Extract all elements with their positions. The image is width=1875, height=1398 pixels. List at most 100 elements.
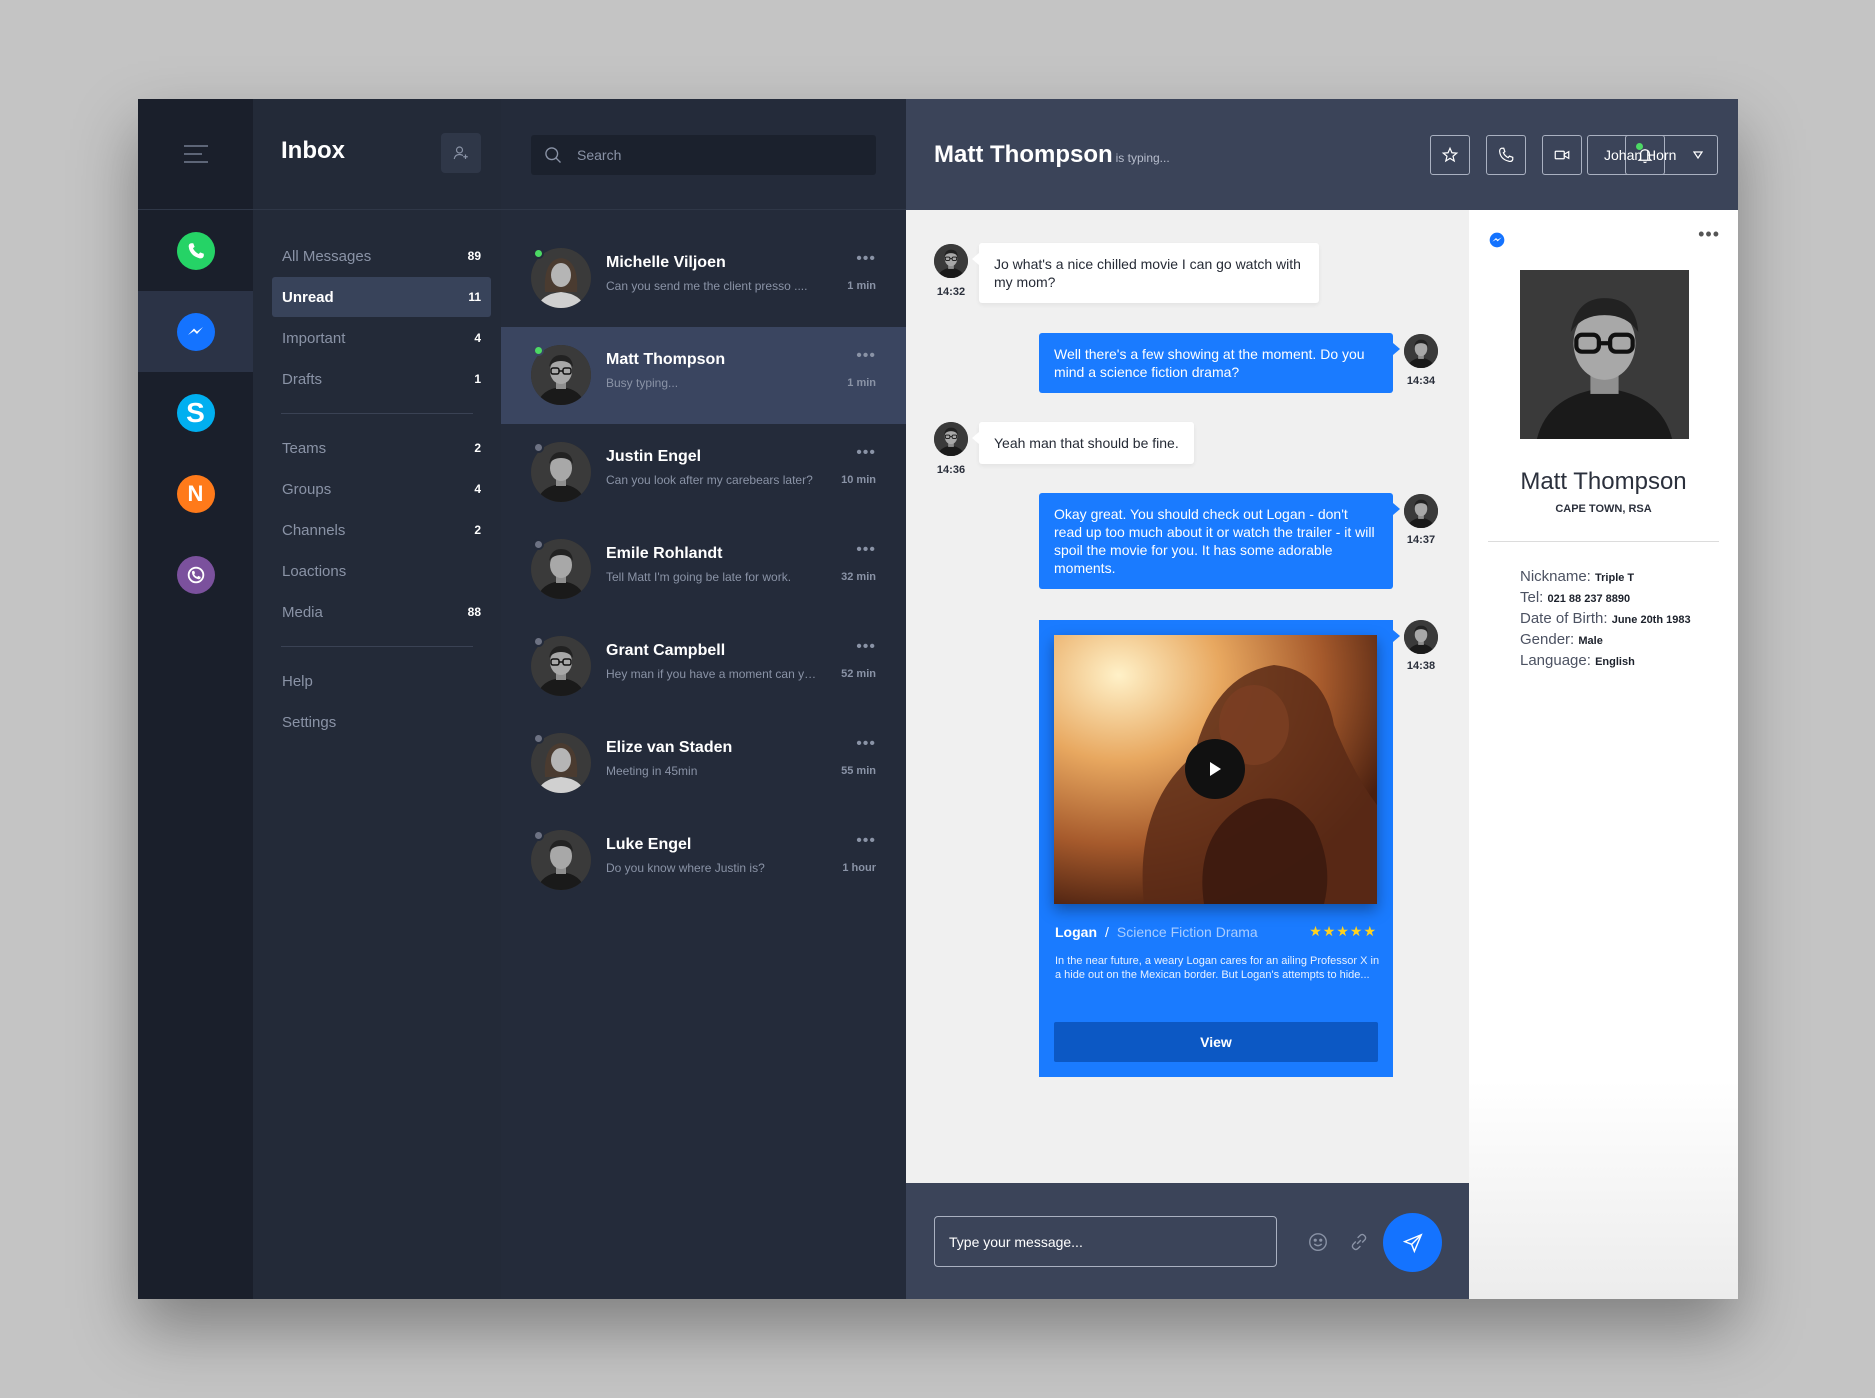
video-call-button[interactable]: [1542, 135, 1582, 175]
app-n[interactable]: N: [138, 453, 253, 534]
conversation-panel: Search Michelle Viljoen Can you send me …: [501, 99, 906, 1299]
conversation-item[interactable]: Emile Rohlandt Tell Matt I'm going be la…: [501, 521, 906, 618]
skype-icon: S: [176, 393, 215, 432]
detail-label: Language:: [1520, 652, 1591, 669]
more-options-icon[interactable]: •••: [856, 735, 876, 753]
inbox-title: Inbox: [281, 137, 345, 164]
detail-label: Tel:: [1520, 589, 1544, 606]
user-dropdown[interactable]: Johan Horn: [1587, 135, 1718, 175]
conversation-item[interactable]: Michelle Viljoen Can you send me the cli…: [501, 230, 906, 327]
app-rail: S N: [138, 99, 253, 1299]
folder-channels[interactable]: Channels 2: [272, 510, 491, 550]
offline-status-dot: [533, 733, 544, 744]
folder-important[interactable]: Important 4: [272, 318, 491, 358]
message-time: 14:34: [1406, 375, 1436, 387]
folder-all-messages[interactable]: All Messages 89: [272, 236, 491, 276]
more-options-icon[interactable]: •••: [856, 444, 876, 462]
movie-genre: Science Fiction Drama: [1116, 924, 1258, 940]
divider: [281, 413, 473, 414]
offline-status-dot: [533, 830, 544, 841]
detail-label: Gender:: [1520, 631, 1575, 648]
favorite-button[interactable]: [1430, 135, 1470, 175]
message-time: 14:36: [936, 464, 966, 476]
add-user-icon: [453, 146, 468, 160]
emoji-icon[interactable]: [1307, 1231, 1329, 1253]
folder-groups[interactable]: Groups 4: [272, 469, 491, 509]
folder-label: Media: [282, 603, 323, 621]
folders-header: Inbox: [253, 99, 501, 210]
more-options-icon[interactable]: •••: [1698, 224, 1720, 245]
phone-icon: [1499, 147, 1514, 163]
app-whatsapp[interactable]: [138, 210, 253, 291]
typing-status: is typing...: [1115, 151, 1170, 165]
messenger-icon: [1489, 232, 1505, 248]
folder-count: 4: [474, 482, 481, 496]
app-messenger[interactable]: [138, 291, 253, 372]
folder-label: Channels: [282, 521, 346, 539]
more-options-icon[interactable]: •••: [856, 832, 876, 850]
app-skype[interactable]: S: [138, 372, 253, 453]
conversation-header: Search: [501, 99, 906, 210]
messenger-icon: [176, 312, 215, 351]
attachment-link-icon[interactable]: [1348, 1231, 1370, 1253]
online-status-dot: [533, 345, 544, 356]
folder-count: 11: [468, 290, 481, 304]
message-input[interactable]: Type your message...: [934, 1216, 1277, 1267]
folder-drafts[interactable]: Drafts 1: [272, 359, 491, 399]
whatsapp-icon: [176, 231, 215, 270]
folder-locations[interactable]: Loactions: [272, 551, 491, 591]
folder-teams[interactable]: Teams 2: [272, 428, 491, 468]
message-time: 1 hour: [842, 862, 876, 874]
contact-name: Justin Engel: [606, 448, 702, 465]
viber-icon: [176, 555, 215, 594]
video-camera-icon: [1554, 150, 1570, 160]
movie-description: In the near future, a weary Logan cares …: [1055, 955, 1380, 981]
contact-name: Grant Campbell: [606, 642, 726, 659]
message-thread: 14:32 Jo what's a nice chilled movie I c…: [906, 210, 1469, 1183]
conversation-item[interactable]: Grant Campbell Hey man if you have a mom…: [501, 618, 906, 715]
more-options-icon[interactable]: •••: [856, 638, 876, 656]
message-composer: Type your message...: [906, 1183, 1469, 1299]
app-viber[interactable]: [138, 534, 253, 615]
more-options-icon[interactable]: •••: [856, 347, 876, 365]
search-input[interactable]: Search: [531, 135, 876, 175]
outgoing-message: Okay great. You should check out Logan -…: [1039, 493, 1400, 589]
message-time: 55 min: [841, 765, 876, 777]
movie-poster-image: [1054, 635, 1377, 904]
rating-stars: ★★★★★: [1309, 923, 1377, 939]
detail-language: Language: English: [1520, 651, 1691, 672]
avatar: [934, 244, 968, 278]
folder-help[interactable]: Help: [272, 661, 491, 701]
message-preview: Hey man if you have a moment can you ...: [606, 667, 821, 681]
folder-settings[interactable]: Settings: [272, 702, 491, 742]
message-time: 1 min: [847, 377, 876, 389]
conversation-item[interactable]: Luke Engel Do you know where Justin is? …: [501, 812, 906, 909]
message-time: 14:37: [1406, 534, 1436, 546]
folder-media[interactable]: Media 88: [272, 592, 491, 632]
profile-location: CAPE TOWN, RSA: [1555, 503, 1652, 515]
current-user-name: Johan Horn: [1604, 147, 1677, 163]
conversation-item[interactable]: Matt Thompson Busy typing... ••• 1 min: [501, 327, 906, 424]
conversation-item[interactable]: Elize van Staden Meeting in 45min ••• 55…: [501, 715, 906, 812]
folder-label: Drafts: [282, 370, 323, 388]
chevron-down-icon: [1693, 151, 1703, 160]
view-button[interactable]: View: [1054, 1022, 1378, 1062]
folder-label: Settings: [282, 713, 337, 731]
message-preview: Can you send me the client presso ....: [606, 279, 808, 293]
folder-unread[interactable]: Unread 11: [272, 277, 491, 317]
star-icon: [1441, 146, 1459, 163]
play-button[interactable]: [1185, 739, 1245, 799]
send-button[interactable]: [1383, 1213, 1442, 1272]
call-button[interactable]: [1486, 135, 1526, 175]
hamburger-menu-icon[interactable]: [183, 145, 208, 163]
more-options-icon[interactable]: •••: [856, 250, 876, 268]
folder-label: Important: [282, 329, 346, 347]
add-contact-button[interactable]: [441, 133, 481, 173]
contact-name: Michelle Viljoen: [606, 254, 726, 271]
folder-count: 88: [467, 605, 481, 619]
contact-name: Emile Rohlandt: [606, 545, 723, 562]
conversation-item[interactable]: Justin Engel Can you look after my careb…: [501, 424, 906, 521]
message-time: 32 min: [841, 571, 876, 583]
play-icon: [1210, 762, 1221, 776]
more-options-icon[interactable]: •••: [856, 541, 876, 559]
